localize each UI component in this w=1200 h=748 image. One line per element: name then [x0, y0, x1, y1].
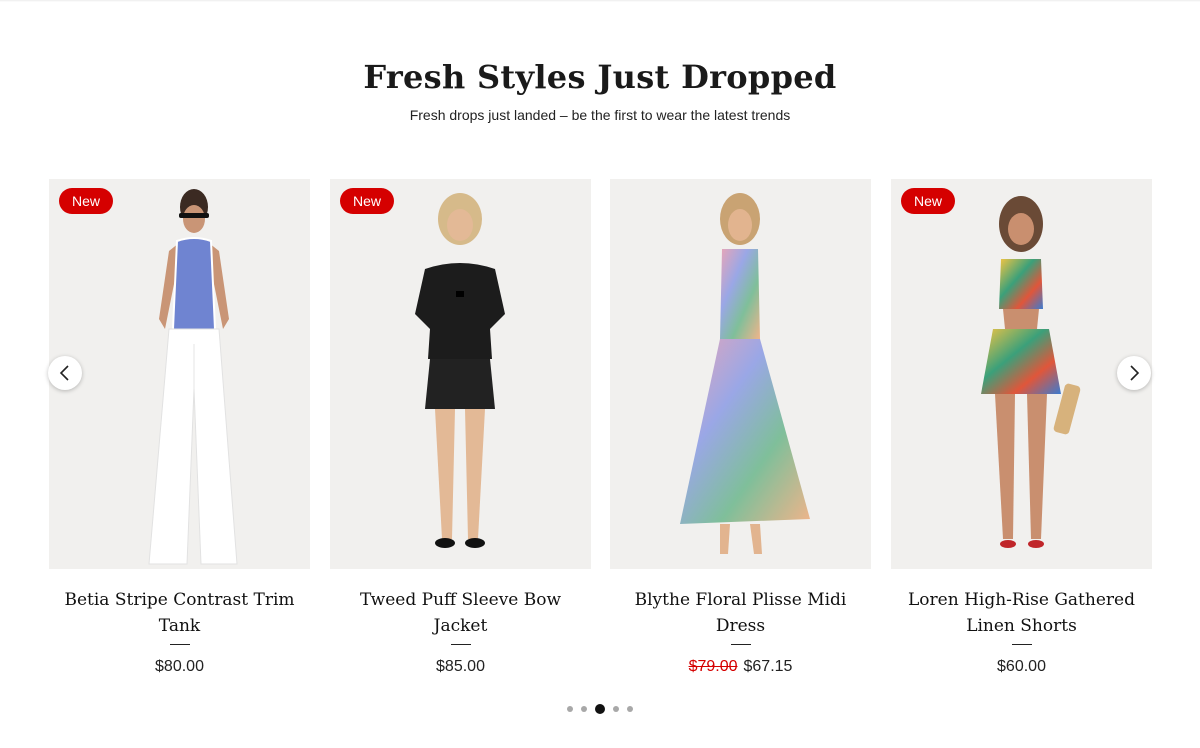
price-row: $85.00: [330, 658, 591, 676]
product-price: $60.00: [997, 658, 1046, 675]
title-divider: [169, 644, 190, 645]
product-carousel: New Betia Stripe Contrast Trim Tank $80.…: [48, 179, 1152, 679]
product-title[interactable]: Tweed Puff Sleeve Bow Jacket: [330, 587, 591, 639]
product-title[interactable]: Blythe Floral Plisse Midi Dress: [610, 587, 871, 639]
header-shadow: [0, 0, 1200, 2]
pagination-dot-2[interactable]: [581, 706, 587, 712]
product-title[interactable]: Betia Stripe Contrast Trim Tank: [49, 587, 310, 639]
pagination-dot-4[interactable]: [613, 706, 619, 712]
title-divider: [1011, 644, 1032, 645]
carousel-prev-button[interactable]: [48, 356, 82, 390]
pagination-dot-5[interactable]: [627, 706, 633, 712]
price-row: $60.00: [891, 658, 1152, 676]
price-row: $80.00: [49, 658, 310, 676]
new-badge: New: [59, 188, 114, 214]
product-card[interactable]: New Tweed Puff Sleeve Bow Jacket $85.00: [330, 179, 591, 676]
product-price: $80.00: [155, 658, 204, 675]
product-image[interactable]: New: [891, 179, 1152, 569]
sale-price: $67.15: [743, 658, 793, 675]
model-photo: [49, 179, 310, 569]
model-photo: [330, 179, 591, 569]
new-badge: New: [340, 188, 395, 214]
pagination-dot-3[interactable]: [595, 704, 605, 714]
carousel-next-button[interactable]: [1117, 356, 1151, 390]
product-card[interactable]: New Betia Stripe Contrast Trim Tank $80.…: [49, 179, 310, 676]
chevron-left-icon: [59, 365, 69, 381]
product-image[interactable]: New: [49, 179, 310, 569]
title-divider: [730, 644, 751, 645]
product-title[interactable]: Loren High-Rise Gathered Linen Shorts: [891, 587, 1152, 639]
product-image[interactable]: [610, 179, 871, 569]
product-price: $85.00: [436, 658, 485, 675]
section-subtitle: Fresh drops just landed – be the first t…: [409, 107, 791, 123]
model-photo: [891, 179, 1152, 569]
price-row: $79.00 $67.15: [610, 658, 871, 676]
pagination-dot-1[interactable]: [567, 706, 573, 712]
carousel-pagination: [0, 703, 1200, 715]
model-photo: [610, 179, 871, 569]
new-badge: New: [901, 188, 956, 214]
section-header: Fresh Styles Just Dropped Fresh drops ju…: [0, 55, 1200, 123]
chevron-right-icon: [1130, 365, 1140, 381]
original-price: $79.00: [688, 658, 738, 675]
product-card[interactable]: Blythe Floral Plisse Midi Dress $79.00 $6…: [610, 179, 871, 676]
title-divider: [450, 644, 471, 645]
section-title: Fresh Styles Just Dropped: [363, 58, 837, 96]
product-image[interactable]: New: [330, 179, 591, 569]
product-card[interactable]: New Loren High-Rise Gathered Linen Short…: [891, 179, 1152, 676]
